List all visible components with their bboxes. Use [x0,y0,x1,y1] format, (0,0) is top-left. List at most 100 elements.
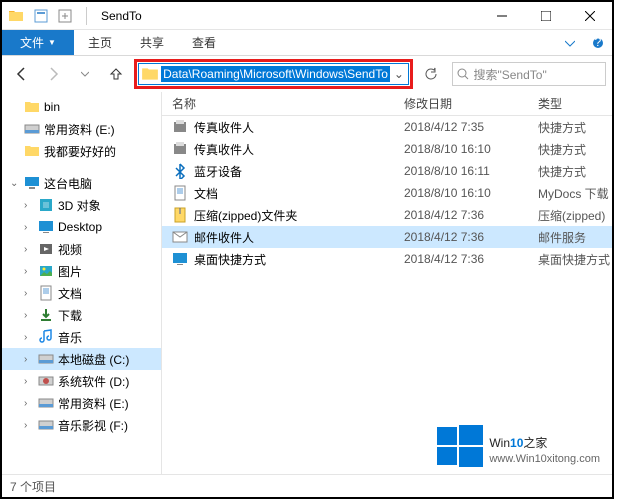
expander-icon[interactable]: › [24,288,34,299]
tree-item[interactable]: › 文档 [2,282,161,304]
file-row[interactable]: 压缩(zipped)文件夹 2018/4/12 7:36 压缩(zipped) [162,204,612,226]
watermark-brand: Win10之家 [489,427,600,453]
tree-item[interactable]: 我都要好好的 [2,140,161,162]
nav-up-button[interactable] [103,60,131,88]
tab-file-label: 文件 [20,34,44,51]
titlebar: SendTo [2,2,612,30]
ribbon-help-button[interactable]: ? [584,30,612,56]
tab-home[interactable]: 主页 [74,30,126,55]
file-date: 2018/8/10 16:10 [404,142,538,156]
tree-item[interactable]: › 系统软件 (D:) [2,370,161,392]
file-type: 快捷方式 [538,119,612,136]
file-name: 桌面快捷方式 [194,251,266,268]
tree-item[interactable]: bin [2,96,161,118]
tree-label: 常用资料 (E:) [58,395,129,412]
window-title: SendTo [97,9,142,23]
tree-label: bin [44,100,60,114]
search-icon [457,68,469,80]
expander-icon[interactable]: › [24,200,34,211]
file-row[interactable]: 传真收件人 2018/8/10 16:10 快捷方式 [162,138,612,160]
tree-this-pc[interactable]: ⌄ 这台电脑 [2,172,161,194]
tree-item[interactable]: › 本地磁盘 (C:) [2,348,161,370]
file-date: 2018/4/12 7:36 [404,230,538,244]
status-bar: 7 个项目 [2,474,612,498]
status-text: 7 个项目 [10,478,56,495]
column-headers: 名称 修改日期 类型 [162,92,612,116]
file-list[interactable]: 名称 修改日期 类型 传真收件人 2018/4/12 7:35 快捷方式 传真收… [162,92,612,474]
tree-label: 文档 [58,285,82,302]
col-name[interactable]: 名称 [162,95,404,112]
file-date: 2018/4/12 7:36 [404,252,538,266]
nav-back-button[interactable] [8,60,36,88]
refresh-button[interactable] [419,62,443,86]
file-name: 文档 [194,185,218,202]
file-type: MyDocs 下载 [538,185,612,202]
qat-newfolder-button[interactable] [54,5,76,27]
tree-label: 本地磁盘 (C:) [58,351,129,368]
nav-history-button[interactable] [71,60,99,88]
minimize-button[interactable] [480,2,524,30]
tree-label: 这台电脑 [44,175,92,192]
expander-icon[interactable]: › [24,310,34,321]
tree-label: 视频 [58,241,82,258]
chevron-down-icon: ▼ [48,38,56,47]
qat-properties-button[interactable] [30,5,52,27]
tree-label: 系统软件 (D:) [58,373,129,390]
tree-item[interactable]: ›图片 [2,260,161,282]
expander-icon[interactable]: › [24,332,34,343]
separator [86,7,87,25]
file-row[interactable]: 桌面快捷方式 2018/4/12 7:36 桌面快捷方式 [162,248,612,270]
nav-forward-button[interactable] [40,60,68,88]
titlebar-left: SendTo [2,5,142,27]
file-date: 2018/8/10 16:10 [404,186,538,200]
file-row[interactable]: 传真收件人 2018/4/12 7:35 快捷方式 [162,116,612,138]
expander-icon[interactable]: › [24,420,34,431]
tree-label: Desktop [58,220,102,234]
maximize-button[interactable] [524,2,568,30]
tree-item[interactable]: › 音乐 [2,326,161,348]
file-row[interactable]: 文档 2018/8/10 16:10 MyDocs 下载 [162,182,612,204]
tree-item[interactable]: › 常用资料 (E:) [2,392,161,414]
tree-item[interactable]: › 视频 [2,238,161,260]
address-path[interactable]: Data\Roaming\Microsoft\Windows\SendTo [161,66,390,82]
watermark-url: www.Win10xitong.com [489,453,600,465]
expander-icon[interactable]: › [24,266,34,277]
folder-icon [8,8,24,24]
col-type[interactable]: 类型 [538,95,612,112]
file-name: 邮件收件人 [194,229,254,246]
search-input[interactable]: 搜索"SendTo" [452,62,606,86]
file-type: 邮件服务 [538,229,612,246]
address-bar-highlight: Data\Roaming\Microsoft\Windows\SendTo ⌄ [134,59,413,89]
tree-item[interactable]: › 3D 对象 [2,194,161,216]
tree-item[interactable]: ›音乐影视 (F:) [2,414,161,436]
file-name: 传真收件人 [194,141,254,158]
tree-item[interactable]: ›下载 [2,304,161,326]
expander-icon[interactable]: ⌄ [10,178,20,189]
windows-logo-icon [437,423,483,469]
pc-icon [24,175,40,191]
file-type: 快捷方式 [538,163,612,180]
col-date[interactable]: 修改日期 [404,95,538,112]
tree-item[interactable]: 常用资料 (E:) [2,118,161,140]
expander-icon[interactable]: › [24,244,34,255]
tab-file[interactable]: 文件 ▼ [2,30,74,55]
file-row[interactable]: 蓝牙设备 2018/8/10 16:11 快捷方式 [162,160,612,182]
address-bar[interactable]: Data\Roaming\Microsoft\Windows\SendTo ⌄ [138,63,409,85]
address-dropdown-button[interactable]: ⌄ [390,67,408,81]
close-button[interactable] [568,2,612,30]
expander-icon[interactable]: › [24,354,34,365]
expander-icon[interactable]: › [24,376,34,387]
tree-label: 3D 对象 [58,197,101,214]
expander-icon[interactable]: › [24,222,34,233]
expander-icon[interactable]: › [24,398,34,409]
tree-item[interactable]: › Desktop [2,216,161,238]
content-area: bin常用资料 (E:)我都要好好的 ⌄ 这台电脑 ›3D 对象›Desktop… [2,92,612,474]
tab-share[interactable]: 共享 [126,30,178,55]
file-row[interactable]: 邮件收件人 2018/4/12 7:36 邮件服务 [162,226,612,248]
nav-toolbar: Data\Roaming\Microsoft\Windows\SendTo ⌄ … [2,56,612,92]
tree-label: 音乐 [58,329,82,346]
ribbon-expand-button[interactable] [556,30,584,56]
tab-view[interactable]: 查看 [178,30,230,55]
file-date: 2018/4/12 7:35 [404,120,538,134]
nav-tree[interactable]: bin常用资料 (E:)我都要好好的 ⌄ 这台电脑 ›3D 对象›Desktop… [2,92,162,474]
